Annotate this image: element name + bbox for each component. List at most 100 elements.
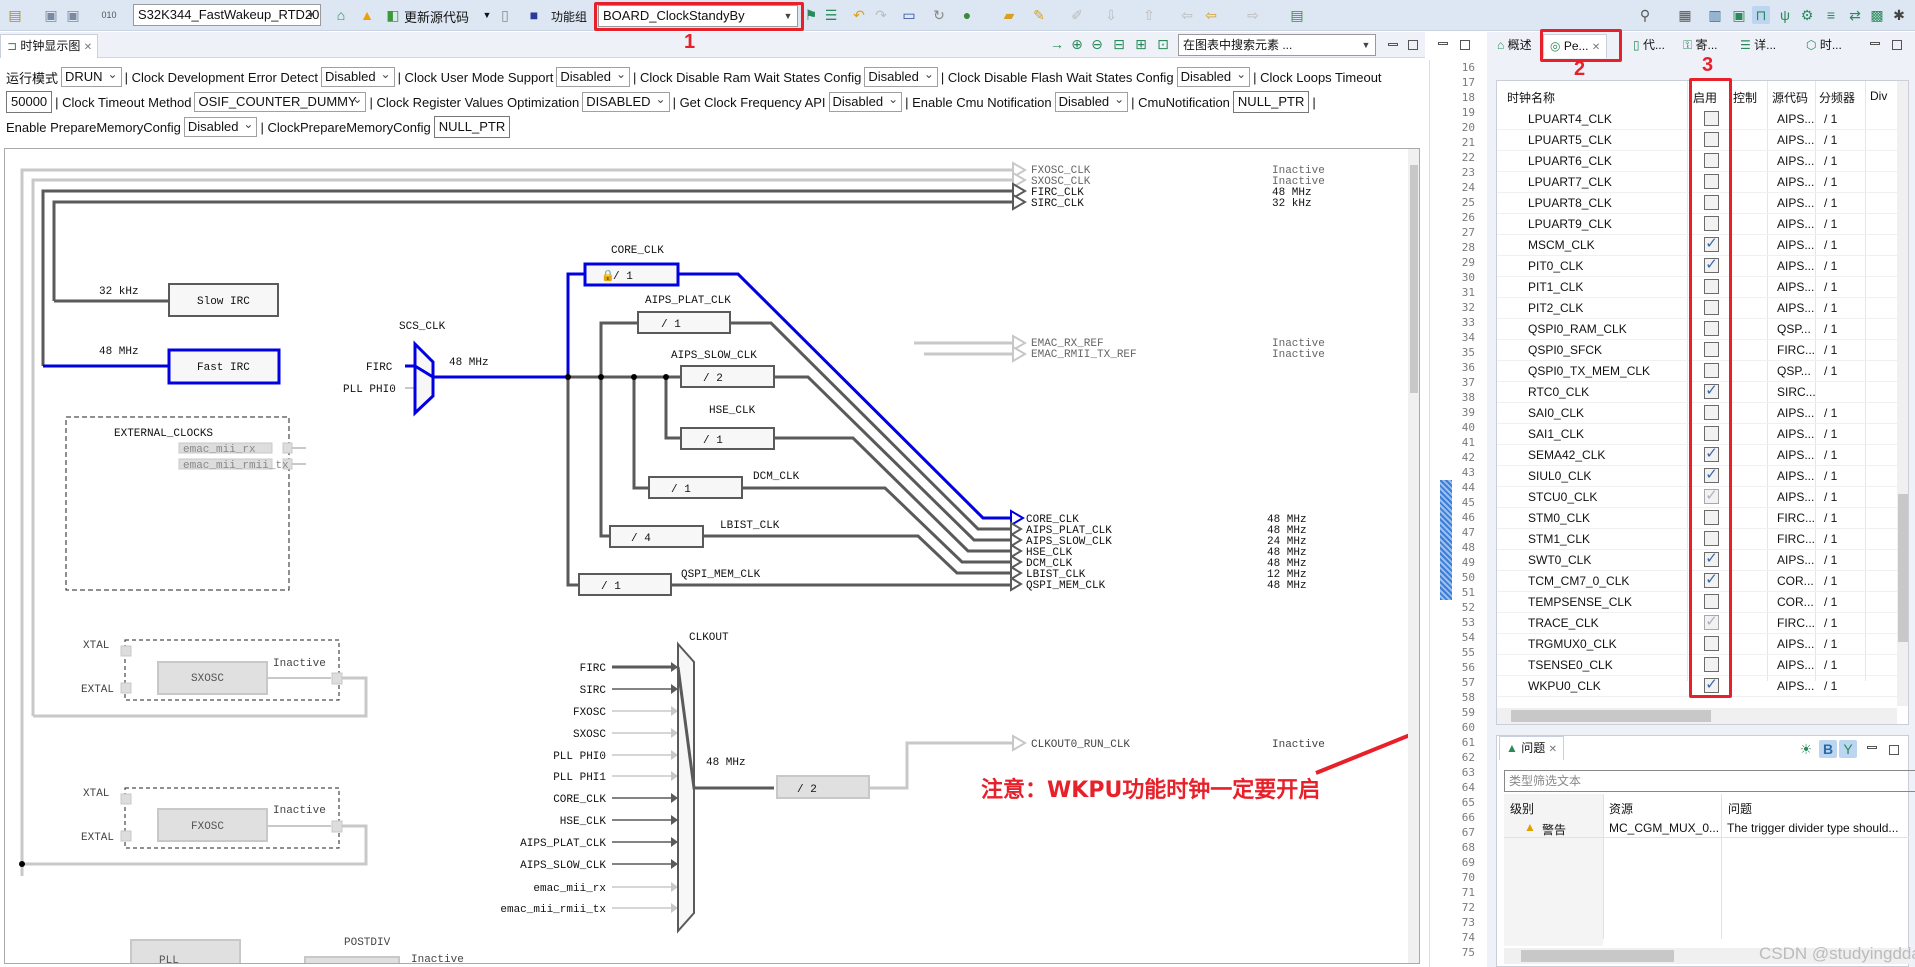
forward-icon[interactable]: ⇨	[1244, 6, 1262, 24]
scrollbar-thumb[interactable]	[1410, 165, 1418, 393]
tools-icon[interactable]: ⚙	[1798, 6, 1816, 24]
warning-icon[interactable]: ▲	[358, 6, 376, 24]
column-header-divider[interactable]: 分频器	[1819, 89, 1855, 106]
column-header-issue[interactable]: 问题	[1728, 800, 1752, 817]
fit-height-icon[interactable]: ⊞	[1132, 35, 1150, 53]
close-icon[interactable]: ✕	[1549, 744, 1557, 755]
tab-registers[interactable]: ⚿ 寄...	[1677, 34, 1724, 58]
hse-divider[interactable]	[680, 427, 775, 450]
pll-block[interactable]	[130, 939, 241, 964]
save-all-icon[interactable]: ▣	[64, 6, 82, 24]
cmu-notif-input[interactable]: NULL_PTR	[1232, 91, 1310, 113]
flag-icon[interactable]: ⚑	[802, 6, 820, 24]
column-header-resource[interactable]: 资源	[1609, 800, 1633, 817]
clocks-icon[interactable]: ⊓	[1752, 6, 1770, 24]
canvas-vertical-scrollbar[interactable]	[1408, 149, 1419, 963]
zoom-out-icon[interactable]: ⊖	[1088, 35, 1106, 53]
search-icon[interactable]: ⚲	[1636, 6, 1654, 24]
redo-icon[interactable]: ↷	[872, 6, 890, 24]
project-select[interactable]: S32K344_FastWakeup_RTD20 ▼	[133, 4, 321, 26]
table-horizontal-scrollbar[interactable]	[1497, 708, 1897, 724]
column-header-level[interactable]: 级别	[1510, 800, 1534, 817]
binary-icon[interactable]: 010	[100, 6, 118, 24]
scrollbar-thumb[interactable]	[1511, 710, 1711, 722]
filter-icon[interactable]: Y	[1839, 740, 1857, 758]
pen-icon[interactable]: ✎	[1030, 6, 1048, 24]
code-file-icon[interactable]: ▯	[496, 6, 514, 24]
dropdown-arrow-icon[interactable]: ▼	[478, 6, 496, 24]
folder-icon[interactable]: ▰	[1000, 6, 1018, 24]
peripherals-icon[interactable]: ▣	[1730, 6, 1748, 24]
maximize-icon[interactable]	[1889, 745, 1899, 755]
scrollbar-thumb[interactable]	[1521, 950, 1674, 962]
new-file-icon[interactable]: ▤	[6, 6, 24, 24]
flash-wait-select[interactable]: Disabled	[1176, 65, 1251, 87]
list-icon[interactable]: ☰	[822, 6, 840, 24]
problems-filter-input[interactable]: 类型筛选文本	[1504, 770, 1915, 792]
pins-icon[interactable]: ψ	[1776, 6, 1794, 24]
close-icon[interactable]: ✕	[84, 42, 92, 53]
open-editor-icon[interactable]: ▤	[1288, 6, 1306, 24]
column-header-clock-name[interactable]: 时钟名称	[1507, 89, 1555, 106]
memory-icon[interactable]: ▩	[1868, 6, 1886, 24]
dcm-divider[interactable]	[648, 476, 743, 499]
reg-opt-select[interactable]: DISABLED	[582, 90, 670, 112]
update-code-button[interactable]: 更新源代码	[404, 7, 469, 26]
clock-diagram-canvas[interactable]: FXOSC_CLK SXOSC_CLK FIRC_CLK SIRC_CLK In…	[4, 148, 1420, 964]
tab-problems[interactable]: ▲ 问题 ✕	[1499, 736, 1564, 760]
minimize-icon[interactable]	[1438, 42, 1448, 45]
column-header-source[interactable]: 源代码	[1772, 89, 1808, 106]
loops-timeout-input[interactable]: 50000	[6, 91, 53, 113]
swap-icon[interactable]: ⇄	[1846, 6, 1864, 24]
debug-icon[interactable]: ●	[958, 6, 976, 24]
prep-mem-enable-select[interactable]: Disabled	[183, 115, 258, 137]
fit-width-icon[interactable]: ⊟	[1110, 35, 1128, 53]
undo-icon[interactable]: ↶	[850, 6, 868, 24]
prep-mem-input[interactable]: NULL_PTR	[433, 116, 511, 138]
dev-error-select[interactable]: Disabled	[320, 65, 395, 87]
save-icon[interactable]: ▣	[42, 6, 60, 24]
bug-icon[interactable]: ✱	[1890, 6, 1908, 24]
column-header-control[interactable]: 控制	[1733, 89, 1757, 106]
maximize-icon[interactable]	[1408, 40, 1418, 50]
bold-filter-icon[interactable]: B	[1819, 740, 1837, 758]
arrow-right-icon[interactable]: →	[1048, 35, 1066, 53]
run-mode-select[interactable]: DRUN	[61, 65, 122, 87]
tab-overview[interactable]: ⌂ 概述	[1491, 34, 1538, 58]
maximize-icon[interactable]	[1460, 40, 1470, 50]
config-perspective-icon[interactable]: ▥	[1706, 6, 1724, 24]
get-freq-select[interactable]: Disabled	[828, 90, 903, 112]
column-header-div[interactable]: Div	[1870, 89, 1887, 103]
tab-clock-diagram[interactable]: ⊐ 时钟显示图 ✕	[0, 34, 98, 58]
lightbulb-icon[interactable]: ☀	[1797, 740, 1815, 758]
perspective-icon[interactable]: ▦	[1676, 6, 1694, 24]
refresh-icon[interactable]: ↻	[930, 6, 948, 24]
fit-page-icon[interactable]: ⊡	[1154, 35, 1172, 53]
table-vertical-scrollbar[interactable]	[1897, 81, 1908, 706]
user-mode-select[interactable]: Disabled	[556, 65, 630, 87]
minimize-icon[interactable]	[1867, 746, 1877, 749]
postdiv-block[interactable]	[304, 956, 400, 964]
tab-clocks[interactable]: ⬡ 时...	[1800, 34, 1848, 58]
home-icon[interactable]: ⌂	[332, 6, 350, 24]
lbist-divider[interactable]	[609, 525, 704, 548]
chip-icon[interactable]: ■	[525, 6, 543, 24]
back-icon[interactable]: ⇦	[1178, 6, 1196, 24]
clkout-divider[interactable]	[776, 775, 870, 799]
up-icon[interactable]: ⇧	[1140, 6, 1158, 24]
minimize-icon[interactable]	[1388, 43, 1398, 46]
cmu-notif-enable-select[interactable]: Disabled	[1054, 90, 1129, 112]
maximize-icon[interactable]	[1892, 40, 1902, 50]
scs-mux[interactable]	[413, 340, 435, 417]
timeout-method-select[interactable]: OSIF_COUNTER_DUMMY	[194, 90, 367, 112]
down-icon[interactable]: ⇩	[1102, 6, 1120, 24]
diagram-search-input[interactable]: 在图表中搜索元素 ... ▼	[1178, 34, 1376, 56]
edit-icon[interactable]: ✐	[1068, 6, 1086, 24]
minimize-icon[interactable]	[1870, 42, 1880, 45]
qspi-mem-divider[interactable]	[578, 573, 672, 596]
aips-slow-divider[interactable]	[680, 365, 775, 388]
tab-details[interactable]: ☰ 详...	[1734, 34, 1782, 58]
back-nav-icon[interactable]: ⇦	[1202, 6, 1220, 24]
monitor-icon[interactable]: ▭	[900, 6, 918, 24]
problem-row[interactable]: ▲ 警告 MC_CGM_MUX_0... The trigger divider…	[1504, 818, 1909, 838]
